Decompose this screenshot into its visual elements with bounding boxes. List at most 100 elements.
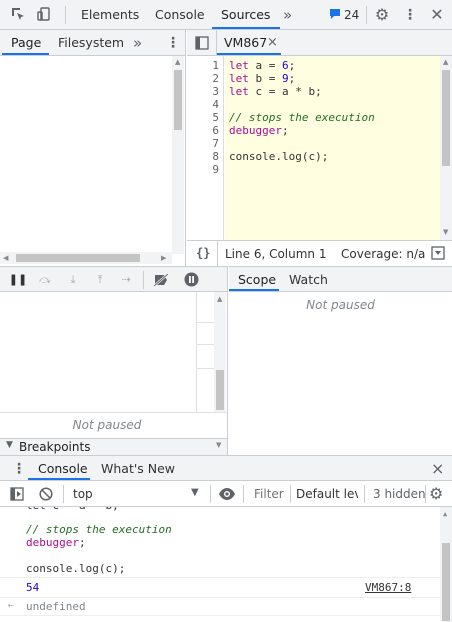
- file-navigator: ▲ ◀ ▶: [0, 56, 186, 266]
- line-number: 1: [212, 59, 219, 72]
- kebab-menu-icon[interactable]: ⋮: [402, 7, 418, 23]
- line-number: 4: [212, 98, 219, 111]
- toolbar-divider: [65, 6, 66, 24]
- pretty-print-button[interactable]: {}: [196, 246, 210, 260]
- scrollbar-thumb[interactable]: [442, 70, 450, 166]
- line-number: 8: [212, 150, 219, 163]
- scroll-right-arrow-icon[interactable]: ▶: [161, 254, 166, 262]
- row-divider: [197, 344, 214, 345]
- scrollbar-thumb[interactable]: [174, 70, 182, 130]
- result-arrow-icon: ⇠: [8, 600, 15, 611]
- code-comment: // stops the execution: [229, 111, 375, 124]
- breakpoints-label: Breakpoints: [19, 440, 91, 454]
- row-divider: [197, 368, 214, 369]
- active-tab-indicator: [2, 53, 49, 55]
- row-divider: [197, 322, 214, 323]
- console-settings-gear-icon[interactable]: ⚙: [429, 484, 443, 503]
- scope-watch-tabbar: Scope Watch: [229, 266, 452, 292]
- scroll-up-arrow-icon[interactable]: ▲: [443, 510, 447, 518]
- tab-sources[interactable]: Sources: [221, 0, 270, 30]
- editor-statusbar: {} Line 6, Column 1 Coverage: n/a: [187, 240, 452, 267]
- scroll-up-arrow-icon[interactable]: ▲: [217, 295, 222, 303]
- toolbar-divider: [425, 485, 426, 503]
- callstack-status-row: Not paused: [0, 412, 228, 438]
- toolbar-divider: [290, 485, 291, 503]
- scrollbar-thumb[interactable]: [16, 254, 140, 262]
- toolbar-divider: [243, 485, 244, 503]
- toggle-drawer-icon[interactable]: [431, 246, 445, 260]
- scrollbar-thumb[interactable]: [216, 370, 224, 410]
- context-selector[interactable]: top ▼: [66, 483, 206, 505]
- step-into-icon[interactable]: ⤓: [61, 267, 85, 293]
- navigator-scrollbar[interactable]: ▲: [172, 56, 184, 254]
- coverage-status: Coverage: n/a: [341, 247, 426, 261]
- debugger-scrollbar[interactable]: ▲: [214, 292, 226, 412]
- active-tab-indicator: [212, 27, 280, 29]
- toggle-navigator-icon[interactable]: [195, 36, 209, 50]
- scrollbar-thumb[interactable]: [442, 543, 450, 621]
- eye-icon[interactable]: [218, 487, 236, 501]
- toolbar-divider: [63, 485, 64, 503]
- toolbar-divider: [210, 485, 211, 503]
- more-tabs-button[interactable]: »: [133, 30, 142, 56]
- close-drawer-icon[interactable]: ×: [431, 456, 444, 482]
- call-stack-pane: ▲: [0, 292, 228, 412]
- tab-console[interactable]: Console: [155, 0, 205, 30]
- console-output[interactable]: let c = a * b; // stops the execution de…: [0, 507, 452, 622]
- line-number: 3: [212, 85, 219, 98]
- tab-elements[interactable]: Elements: [81, 0, 139, 30]
- scroll-up-arrow-icon[interactable]: ▲: [175, 58, 180, 66]
- step-out-icon[interactable]: ⤒: [88, 267, 112, 293]
- device-toolbar-icon[interactable]: [36, 7, 52, 23]
- close-icon[interactable]: ✕: [429, 7, 445, 23]
- console-output-value: 54: [26, 581, 40, 594]
- tab-filesystem[interactable]: Filesystem: [58, 30, 124, 56]
- toolbar-divider: [143, 271, 144, 289]
- editor-scrollbar[interactable]: ▲ ▼: [440, 56, 452, 240]
- scope-pane: Not paused: [229, 292, 452, 455]
- step-icon[interactable]: ⇢: [114, 267, 138, 293]
- kebab-menu-icon[interactable]: ⋮: [166, 30, 180, 56]
- context-value: top: [73, 487, 93, 501]
- drawer-menu-icon[interactable]: ⋮: [12, 456, 26, 482]
- row-divider: [0, 597, 440, 598]
- scroll-down-arrow-icon[interactable]: ▼: [443, 228, 448, 236]
- tab-whats-new[interactable]: What's New: [101, 456, 175, 482]
- navigator-hscrollbar[interactable]: ◀ ▶: [0, 252, 172, 264]
- cursor-position: Line 6, Column 1: [225, 247, 327, 261]
- code-line: debugger;: [229, 124, 289, 137]
- scroll-up-arrow-icon[interactable]: ▲: [443, 58, 448, 66]
- line-number: 6: [212, 124, 219, 137]
- scroll-left-arrow-icon[interactable]: ◀: [3, 254, 8, 262]
- editor-tabbar: VM867 ×: [187, 30, 452, 56]
- tab-watch[interactable]: Watch: [289, 267, 328, 293]
- console-toolbar: top ▼ Default lev 3 hidden ⚙: [0, 481, 452, 507]
- step-over-icon[interactable]: ⤼: [33, 267, 57, 293]
- devtools-toolbar: Elements Console Sources » 24 ⚙ ⋮ ✕: [0, 0, 452, 30]
- hidden-count[interactable]: 3 hidden: [373, 487, 426, 501]
- chevron-down-icon: ▼: [191, 487, 199, 498]
- deactivate-breakpoints-icon[interactable]: [153, 273, 169, 287]
- issues-count[interactable]: 24: [344, 0, 359, 30]
- scroll-down-arrow-icon[interactable]: ▼: [216, 441, 221, 449]
- clear-console-icon[interactable]: [39, 487, 53, 501]
- console-filter-input[interactable]: [251, 484, 289, 504]
- code-editor[interactable]: 1 2 3 4 5 6 7 8 9 let a = 6; let b = 9; …: [187, 56, 452, 240]
- breakpoints-header[interactable]: ▼ Breakpoints ▼: [0, 438, 228, 455]
- line-number: 5: [212, 111, 219, 124]
- line-number: 9: [212, 163, 219, 176]
- pause-icon[interactable]: ❚❚: [6, 267, 30, 293]
- more-tabs-button[interactable]: »: [283, 0, 292, 30]
- console-scrollbar[interactable]: ▲: [440, 507, 452, 622]
- log-levels-dropdown[interactable]: Default lev: [296, 487, 358, 501]
- toolbar-divider: [366, 6, 367, 24]
- not-paused-label: Not paused: [72, 418, 142, 432]
- navigator-tabbar: Page Filesystem » ⋮: [0, 30, 186, 56]
- source-link[interactable]: VM867:8: [365, 581, 411, 594]
- issues-icon[interactable]: [329, 8, 343, 22]
- console-sidebar-icon[interactable]: [10, 487, 24, 501]
- pause-on-exceptions-icon[interactable]: [184, 272, 199, 287]
- active-tab-indicator: [28, 478, 90, 480]
- inspect-element-icon[interactable]: [10, 7, 26, 23]
- gear-icon[interactable]: ⚙: [374, 7, 390, 23]
